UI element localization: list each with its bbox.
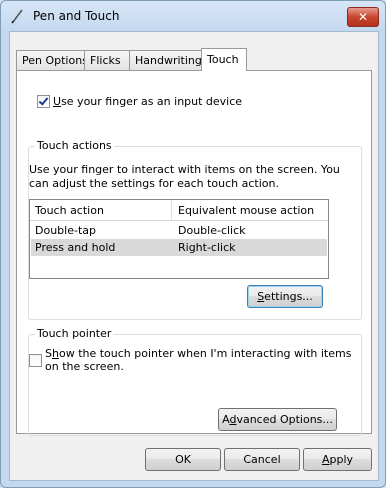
- row-action: Double-tap: [35, 224, 96, 237]
- list-header: Touch action Equivalent mouse action: [30, 200, 328, 221]
- show-touch-pointer-label[interactable]: Show the touch pointer when I'm interact…: [45, 347, 351, 360]
- touch-actions-list[interactable]: Touch action Equivalent mouse action Dou…: [29, 199, 329, 279]
- button-label: OK: [175, 453, 191, 466]
- row-action: Press and hold: [35, 241, 116, 254]
- window-title: Pen and Touch: [33, 9, 120, 23]
- settings-button[interactable]: Settings...: [247, 285, 323, 308]
- cancel-button[interactable]: Cancel: [224, 448, 300, 471]
- button-label: ettings...: [264, 290, 313, 303]
- touch-tab-panel: Use your finger as an input device Touch…: [16, 70, 372, 436]
- column-separator[interactable]: [171, 200, 172, 220]
- tab-flicks[interactable]: Flicks: [84, 50, 130, 70]
- tab-label: Touch: [207, 53, 239, 66]
- tab-label: Pen Options: [22, 54, 88, 67]
- touch-pointer-title: Touch pointer: [35, 327, 114, 340]
- column-mouse-action[interactable]: Equivalent mouse action: [178, 204, 314, 217]
- tab-touch[interactable]: Touch: [201, 48, 247, 71]
- pen-and-touch-window: Pen and Touch ✕ Pen Options Flicks Handw…: [0, 0, 386, 488]
- mnemonic: A: [321, 453, 330, 466]
- button-label: vanced Options...: [236, 413, 333, 426]
- list-row[interactable]: Double-tap Double-click: [31, 222, 327, 239]
- close-icon: ✕: [357, 10, 369, 24]
- tab-handwriting[interactable]: Handwriting: [129, 50, 202, 70]
- finger-input-label[interactable]: Use your finger as an input device: [53, 95, 242, 108]
- finger-input-checkbox[interactable]: [37, 95, 50, 108]
- apply-button[interactable]: Apply: [303, 448, 372, 471]
- label-text: S: [45, 347, 52, 360]
- show-touch-pointer-label-line2[interactable]: on the screen.: [45, 360, 124, 373]
- tab-label: Flicks: [90, 54, 121, 67]
- label-text: se your finger as an input device: [61, 95, 243, 108]
- touch-actions-group: Touch actions Use your finger to interac…: [28, 139, 362, 320]
- column-touch-action[interactable]: Touch action: [35, 204, 104, 217]
- close-button[interactable]: ✕: [347, 7, 379, 27]
- ok-button[interactable]: OK: [145, 448, 221, 471]
- button-label: Cancel: [243, 453, 281, 466]
- tab-pen-options[interactable]: Pen Options: [16, 50, 88, 70]
- button-label: pply: [329, 453, 354, 466]
- touch-actions-desc-line2: can adjust the settings for each touch a…: [29, 177, 279, 190]
- touch-actions-title: Touch actions: [35, 139, 114, 152]
- show-touch-pointer-checkbox[interactable]: [29, 354, 42, 367]
- label-text: ow the touch pointer when I'm interactin…: [58, 347, 352, 360]
- row-mouse: Right-click: [178, 241, 236, 254]
- touch-actions-desc-line1: Use your finger to interact with items o…: [29, 163, 340, 176]
- dialog-client-area: Pen Options Flicks Handwriting Touch Use…: [9, 31, 379, 481]
- pen-icon: [11, 9, 23, 24]
- mnemonic: U: [53, 95, 62, 108]
- row-mouse: Double-click: [178, 224, 246, 237]
- mnemonic: h: [51, 347, 59, 360]
- advanced-options-button[interactable]: Advanced Options...: [218, 408, 337, 431]
- touch-pointer-group: Touch pointer Show the touch pointer whe…: [28, 327, 362, 436]
- list-row-selected[interactable]: Press and hold Right-click: [31, 239, 327, 256]
- title-bar[interactable]: Pen and Touch ✕: [1, 1, 385, 31]
- tab-label: Handwriting: [135, 54, 202, 67]
